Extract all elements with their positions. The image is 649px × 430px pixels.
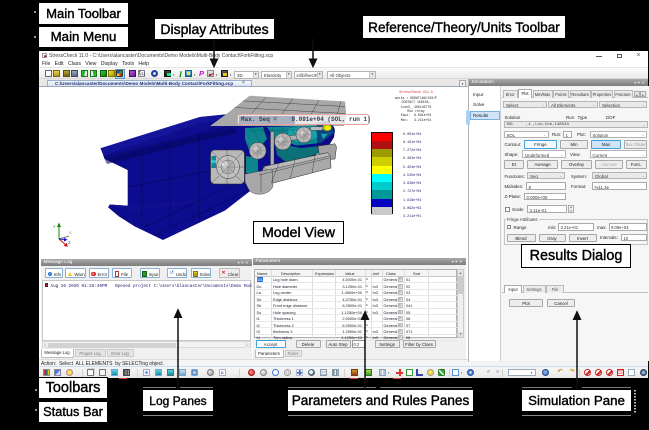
svg-text:X: X [69,230,72,235]
svg-text:Z: Z [68,240,71,245]
svg-text:Y: Y [53,224,56,229]
